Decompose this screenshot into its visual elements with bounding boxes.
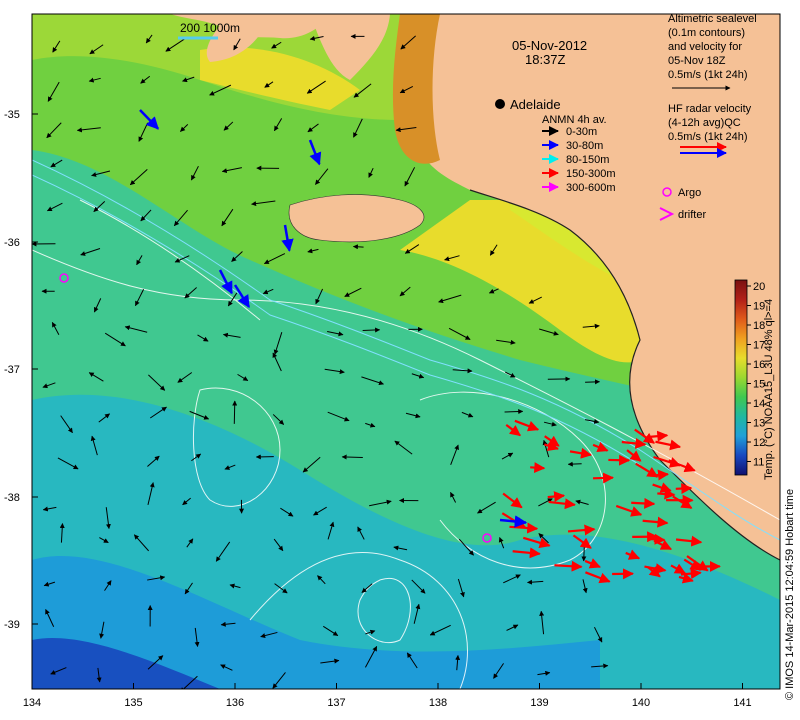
legend-hf-line-3: 0.5m/s (1kt 24h) [668, 131, 747, 143]
x-tick-label: 137 [327, 697, 345, 709]
x-tick-label: 136 [226, 697, 244, 709]
hf-radar-arrow [547, 491, 566, 503]
hf-radar-arrow [675, 483, 693, 495]
anmn-legend-label: 150-300m [566, 168, 616, 180]
y-tick-label: -39 [4, 619, 20, 631]
colorbar-gradient [734, 279, 748, 476]
hf-radar-arrow [592, 472, 614, 484]
drifter-label: drifter [678, 209, 706, 221]
argo-label: Argo [678, 187, 701, 199]
x-tick-label: 141 [733, 697, 751, 709]
y-tick-label: -36 [4, 237, 20, 249]
adelaide-marker [495, 99, 505, 109]
map-field [32, 14, 780, 689]
velocity-arrow [232, 400, 238, 424]
velocity-arrow [567, 461, 582, 467]
sst-map: 200 1000m 05-Nov-2012 18:37Z Adelaide Al… [4, 13, 796, 709]
colorbar-tick-label: 20 [753, 281, 765, 293]
x-tick-label: 135 [124, 697, 142, 709]
hf-radar-arrow [530, 462, 546, 474]
velocity-arrow [504, 409, 524, 415]
hf-radar-arrow [650, 430, 669, 442]
legend-alt-line-2: (0.1m contours) [668, 27, 745, 39]
hf-radar-arrow [648, 533, 666, 545]
time-label: 18:37Z [525, 52, 566, 67]
anmn-legend-label: 0-30m [566, 126, 597, 138]
colorbar-label: Temp. (°C) NOAA15_L3U 48% ql>=4 [763, 299, 775, 480]
anmn-legend-label: 80-150m [566, 154, 609, 166]
anmn-legend-label: 300-600m [566, 182, 616, 194]
legend-alt-line-4: 05-Nov 18Z [668, 55, 726, 67]
x-tick-label: 138 [429, 697, 447, 709]
velocity-arrow [585, 379, 600, 385]
y-tick-label: -35 [4, 109, 20, 121]
city-label: Adelaide [510, 97, 561, 112]
x-tick-label: 140 [632, 697, 650, 709]
legend-alt-line-5: 0.5m/s (1kt 24h) [668, 69, 747, 81]
date-label: 05-Nov-2012 [512, 38, 587, 53]
y-tick-label: -38 [4, 492, 20, 504]
credit-text: © IMOS 14-Mar-2015 12:04:59 Hobart time [784, 489, 796, 700]
scale-bar-label: 200 1000m [180, 21, 240, 35]
hf-radar-arrow [554, 560, 583, 572]
x-tick-label: 134 [23, 697, 41, 709]
hf-radar-arrow [657, 488, 676, 500]
velocity-arrow [352, 244, 364, 250]
legend-hf-line-2: (4-12h avg)QC [668, 117, 741, 129]
y-tick-label: -37 [4, 364, 20, 376]
anmn-legend-label: 30-80m [566, 140, 603, 152]
hf-radar-arrow [631, 497, 656, 509]
legend-alt-line-1: Altimetric sealevel [668, 13, 757, 25]
velocity-arrow [341, 454, 363, 460]
legend-anmn-title: ANMN 4h av. [542, 114, 607, 126]
legend-hf-line-1: HF radar velocity [668, 103, 752, 115]
legend-alt-line-3: and velocity for [668, 41, 742, 53]
x-tick-label: 139 [530, 697, 548, 709]
